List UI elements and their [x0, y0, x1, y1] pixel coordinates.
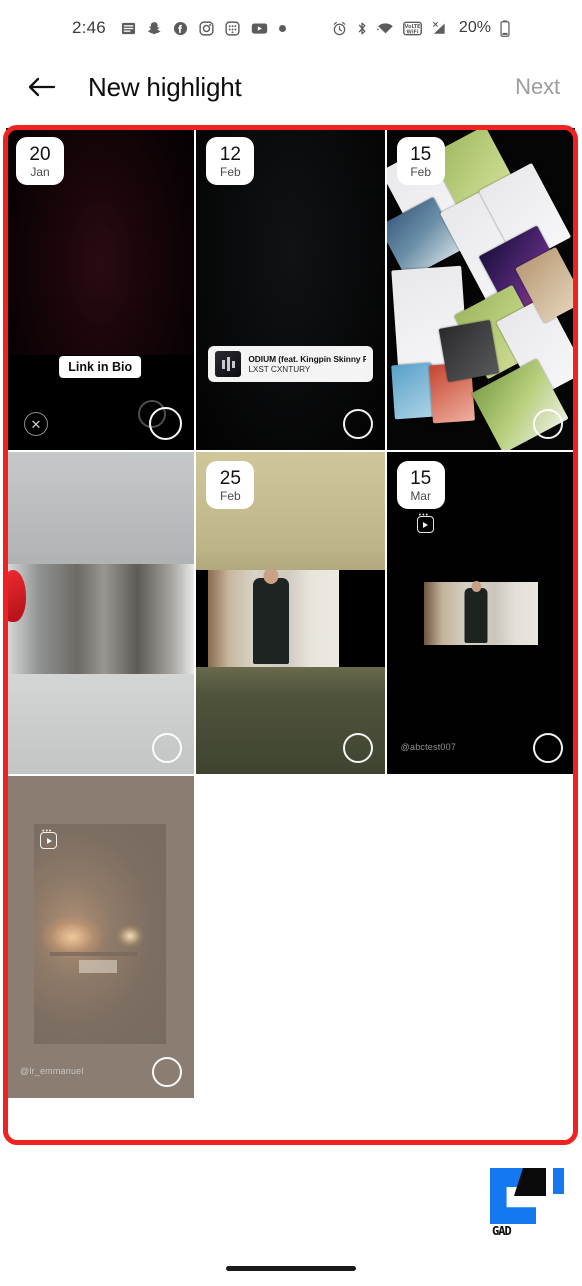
date-day: 25 — [219, 467, 241, 489]
story-thumbnail-6[interactable]: 15 Mar ••• @abctest007 — [386, 452, 575, 774]
story-grid-empty-slot-1 — [196, 776, 385, 1098]
status-bar-left: 2:46 — [72, 18, 286, 38]
keypad-icon — [225, 20, 240, 36]
music-sticker: ODIUM (feat. Kingpin Skinny Pimp) LXST C… — [208, 346, 373, 382]
battery-icon — [500, 19, 510, 37]
battery-percent-label: 20% — [458, 19, 491, 36]
story-thumbnail-7[interactable]: ••• @lr_emmanuel — [6, 776, 195, 1098]
select-circle-3[interactable] — [532, 409, 563, 439]
youtube-icon — [251, 21, 268, 36]
story-thumbnail-1[interactable]: 20 Jan Link in Bio ✕ — [6, 128, 195, 450]
music-title: ODIUM (feat. Kingpin Skinny Pimp) — [248, 354, 366, 364]
select-circle-2[interactable] — [342, 409, 373, 439]
more-dot-icon — [278, 24, 286, 32]
story-handle-7: @lr_emmanuel — [20, 1066, 84, 1076]
date-day: 20 — [29, 143, 51, 165]
snapchat-icon — [147, 21, 162, 36]
story-thumbnail-3[interactable]: 15 Feb — [386, 128, 575, 450]
date-badge-3: 15 Feb — [396, 137, 445, 185]
status-bar-right: VoLTE WiFi 20% — [332, 19, 510, 37]
status-bar: 2:46 VoLTE WiFi 20% — [0, 0, 582, 56]
wifi-icon — [376, 21, 394, 36]
bluetooth-icon — [356, 21, 368, 36]
select-circle-6[interactable] — [532, 733, 563, 763]
date-day: 15 — [410, 143, 432, 165]
logo-blue-bar-icon — [553, 1168, 564, 1194]
alarm-icon — [332, 21, 347, 36]
watermark-logo: GAD — [468, 1160, 564, 1238]
page-title: New highlight — [88, 71, 242, 102]
instagram-icon — [199, 20, 214, 36]
story-media-4 — [6, 452, 195, 774]
date-month: Feb — [219, 164, 241, 179]
date-badge-6: 15 Mar — [396, 461, 445, 509]
select-circle-5[interactable] — [342, 733, 373, 763]
facebook-icon — [173, 21, 188, 36]
status-bar-clock: 2:46 — [72, 18, 106, 37]
story-thumbnail-4[interactable] — [6, 452, 195, 774]
app-header: New highlight Next — [0, 56, 582, 118]
back-arrow-icon — [28, 77, 56, 97]
home-gesture-pill[interactable] — [226, 1265, 356, 1271]
music-artist: LXST CXNTURY — [248, 365, 311, 374]
back-button[interactable] — [22, 67, 62, 107]
story-grid: 20 Jan Link in Bio ✕ 12 Feb ODIUM (feat.… — [6, 128, 575, 1098]
news-icon — [121, 21, 136, 36]
story-grid-empty-slot-2 — [386, 776, 575, 1098]
next-button[interactable]: Next — [515, 74, 560, 100]
video-badge-icon: ••• — [416, 512, 434, 533]
link-in-bio-sticker: Link in Bio — [59, 356, 142, 378]
video-badge-icon: ••• — [40, 828, 57, 849]
date-badge-1: 20 Jan — [16, 137, 64, 185]
watermark-text: GAD — [492, 1224, 512, 1238]
date-month: Feb — [410, 164, 431, 179]
date-day: 15 — [410, 467, 432, 489]
svg-text:WiFi: WiFi — [406, 29, 418, 35]
volte-wifi-icon: VoLTE WiFi — [402, 21, 422, 36]
date-month: Feb — [219, 488, 241, 503]
system-nav-bar — [0, 1250, 582, 1286]
story-handle-6: @abctest007 — [400, 742, 457, 752]
close-icon[interactable]: ✕ — [24, 412, 48, 436]
date-badge-5: 25 Feb — [206, 461, 255, 509]
story-thumbnail-2[interactable]: 12 Feb ODIUM (feat. Kingpin Skinny Pimp)… — [196, 128, 385, 450]
date-month: Mar — [410, 488, 431, 503]
date-badge-2: 12 Feb — [206, 137, 255, 185]
story-media-7 — [6, 776, 195, 1098]
story-thumbnail-5[interactable]: 25 Feb — [196, 452, 385, 774]
signal-off-icon — [431, 21, 447, 36]
date-month: Jan — [30, 164, 50, 179]
date-day: 12 — [219, 143, 241, 165]
album-art-icon — [215, 351, 242, 377]
